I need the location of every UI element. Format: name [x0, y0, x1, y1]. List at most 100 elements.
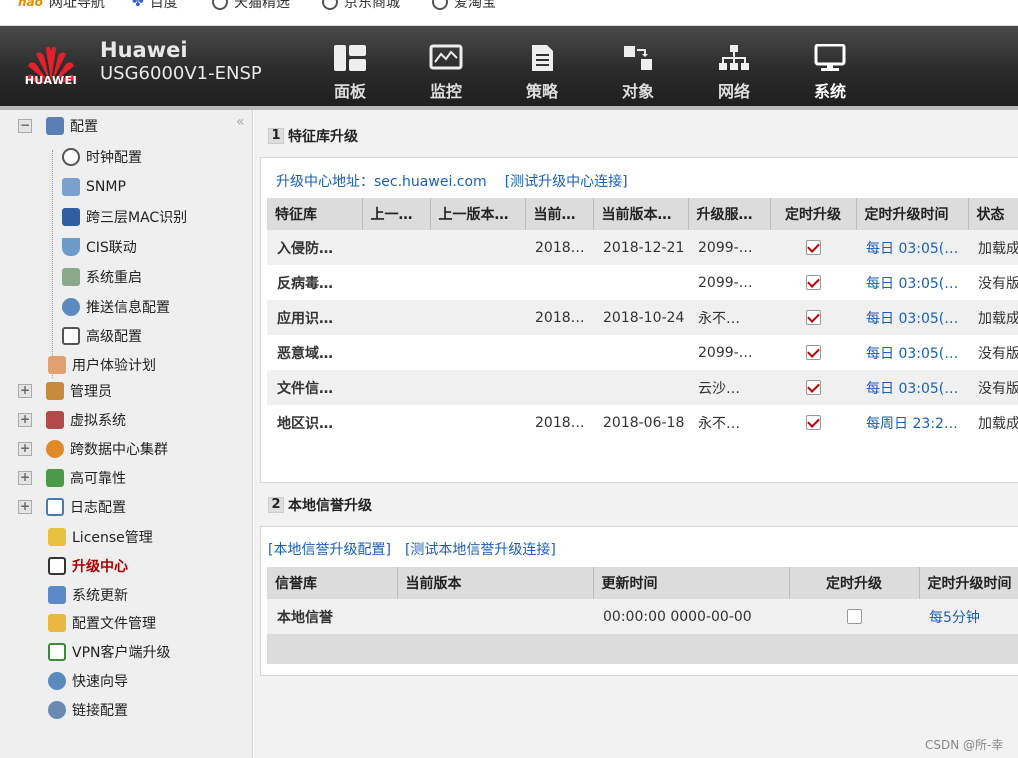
nav-object[interactable]: 对象	[590, 26, 686, 110]
column-header[interactable]: 当前版本…	[593, 198, 689, 230]
current-version-date: 2018-06-18	[593, 405, 688, 440]
sidebar-item-link[interactable]: 链接配置	[48, 698, 128, 722]
bookmark-taobao[interactable]: 爱淘宝	[432, 0, 496, 12]
sidebar-item-clock[interactable]: 时钟配置	[62, 145, 142, 169]
schedule-time-link[interactable]: 每日 03:05(…	[866, 346, 958, 362]
expand-toggle-icon[interactable]: +	[18, 471, 32, 485]
sidebar-item-label: CIS联动	[86, 240, 137, 256]
column-header[interactable]: 定时升级	[770, 198, 857, 230]
bookmark-label: 爱淘宝	[454, 0, 496, 11]
sidebar-item-label: 系统重启	[86, 270, 142, 286]
sidebar-item-label: 链接配置	[72, 703, 128, 719]
scheduled-upgrade-cell	[770, 300, 856, 335]
prev-version-date	[430, 335, 525, 370]
schedule-time-link[interactable]: 每日 03:05(…	[866, 311, 958, 327]
column-header[interactable]: 上一…	[362, 198, 431, 230]
collapse-sidebar-icon[interactable]: «	[236, 114, 245, 130]
test-reputation-connection-link[interactable]: [测试本地信誉升级连接]	[405, 539, 556, 559]
section-title: 本地信誉升级	[288, 498, 372, 514]
column-header[interactable]: 状态	[968, 198, 1018, 230]
nav-network[interactable]: 网络	[686, 26, 782, 110]
current-version	[397, 599, 593, 634]
column-header[interactable]: 更新时间	[593, 567, 790, 599]
test-upgrade-connection-link[interactable]: [测试升级中心连接]	[505, 171, 628, 191]
sidebar-item-restart[interactable]: 系统重启	[62, 265, 142, 289]
sidebar-item-label: 高级配置	[86, 329, 142, 345]
sidebar-item-config-file[interactable]: 配置文件管理	[48, 611, 156, 635]
nav-policy[interactable]: 策略	[494, 26, 590, 110]
sidebar-item-vpn[interactable]: VPN客户端升级	[48, 640, 171, 664]
column-header[interactable]: 定时升级	[789, 567, 920, 599]
expand-toggle-icon[interactable]: +	[18, 384, 32, 398]
scheduled-upgrade-checkbox[interactable]	[805, 345, 821, 360]
sidebar-item-cluster[interactable]: + 跨数据中心集群	[18, 437, 168, 461]
admin-icon	[46, 382, 64, 400]
sidebar-item-snmp[interactable]: SNMP	[62, 175, 126, 199]
current-version	[525, 370, 593, 405]
column-header[interactable]: 当前…	[525, 198, 594, 230]
scheduled-upgrade-checkbox[interactable]	[805, 275, 821, 290]
status-text: 加载成	[968, 405, 1018, 440]
table-row: 本地信誉 00:00:00 0000-00-00 每5分钟	[267, 599, 1018, 634]
bookmark-tmall[interactable]: 天猫精选	[212, 0, 290, 12]
column-header[interactable]: 上一版本…	[430, 198, 526, 230]
column-header[interactable]: 当前版本	[397, 567, 594, 599]
scheduled-upgrade-checkbox[interactable]	[805, 415, 821, 430]
upgrade-center-address[interactable]: 升级中心地址：sec.huawei.com	[276, 171, 487, 191]
schedule-time-link[interactable]: 每日 03:05(…	[866, 276, 958, 292]
sidebar-item-push[interactable]: 推送信息配置	[62, 295, 170, 319]
sidebar-item-update[interactable]: 系统更新	[48, 583, 128, 607]
bookmark-jd[interactable]: 京东商城	[322, 0, 400, 12]
table-header-row: 特征库 上一… 上一版本… 当前… 当前版本… 升级服… 定时升级 定时升级时间…	[267, 198, 1018, 230]
reputation-table: 信誉库 当前版本 更新时间 定时升级 定时升级时间 本地信誉 00:00:00 …	[267, 567, 1018, 664]
sidebar-item-ha[interactable]: + 高可靠性	[18, 466, 126, 490]
column-header[interactable]: 升级服…	[688, 198, 771, 230]
schedule-time-link[interactable]: 每日 03:05(…	[866, 381, 958, 397]
sidebar-item-advanced[interactable]: 高级配置	[62, 324, 142, 348]
sidebar-item-admin[interactable]: + 管理员	[18, 379, 112, 403]
status-text: 加载成	[968, 230, 1018, 265]
sidebar-item-wizard[interactable]: 快速向导	[48, 669, 128, 693]
nav-system[interactable]: 系统	[782, 26, 878, 110]
nav-label: 监控	[429, 82, 462, 101]
brand-name: Huawei	[100, 38, 188, 62]
network-icon	[716, 44, 752, 72]
nav-monitor[interactable]: 监控	[398, 26, 494, 110]
sidebar-item-cis[interactable]: CIS联动	[62, 235, 137, 259]
sidebar-item-mac[interactable]: 跨三层MAC识别	[62, 205, 187, 229]
table-row: 地区识… 2018… 2018-06-18 永不… 每周日 23:2… 加载成	[267, 405, 1018, 440]
table-row: 文件信… 云沙… 每日 03:05(… 没有版	[267, 370, 1018, 405]
expand-toggle-icon[interactable]: +	[18, 413, 32, 427]
scheduled-upgrade-checkbox[interactable]	[805, 380, 821, 395]
sidebar-item-ux[interactable]: 用户体验计划	[48, 353, 156, 377]
sidebar-item-vsys[interactable]: + 虚拟系统	[18, 408, 126, 432]
cis-icon	[62, 238, 80, 256]
column-header[interactable]: 定时升级时间	[856, 198, 969, 230]
column-header[interactable]: 特征库	[267, 198, 363, 230]
nav-dashboard[interactable]: 面板	[302, 26, 398, 110]
sidebar-item-upgrade-center[interactable]: 升级中心	[48, 554, 128, 578]
sidebar-item-license[interactable]: License管理	[48, 525, 153, 549]
sidebar-item-label: License管理	[72, 530, 153, 546]
collapse-toggle-icon[interactable]: −	[18, 119, 32, 133]
scheduled-upgrade-checkbox[interactable]	[805, 240, 821, 255]
sidebar-item-log[interactable]: + 日志配置	[18, 495, 126, 519]
bookmark-hao[interactable]: hao 网址导航	[18, 0, 105, 12]
column-header[interactable]: 定时升级时间	[919, 567, 1018, 599]
expand-toggle-icon[interactable]: +	[18, 500, 32, 514]
schedule-time-link[interactable]: 每5分钟	[929, 610, 980, 626]
empty-row	[267, 634, 1018, 664]
scheduled-upgrade-checkbox[interactable]	[805, 310, 821, 325]
scheduled-upgrade-checkbox[interactable]	[846, 609, 862, 624]
reputation-config-link[interactable]: [本地信誉升级配置]	[268, 539, 391, 559]
service-expiry: 2099-…	[688, 230, 770, 265]
service-expiry: 云沙…	[688, 370, 770, 405]
expand-toggle-icon[interactable]: +	[18, 442, 32, 456]
status-text: 没有版	[968, 265, 1018, 300]
schedule-time-link[interactable]: 每周日 23:2…	[866, 416, 958, 432]
dashboard-icon	[332, 44, 368, 72]
schedule-time-link[interactable]: 每日 03:05(…	[866, 241, 958, 257]
sidebar-item-config[interactable]: − 配置	[18, 114, 98, 138]
column-header[interactable]: 信誉库	[267, 567, 398, 599]
bookmark-baidu[interactable]: ✤ 百度	[132, 0, 178, 12]
